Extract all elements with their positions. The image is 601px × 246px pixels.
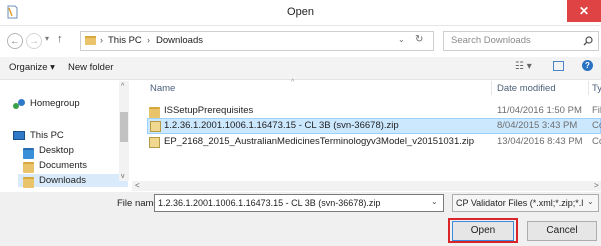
file-type: Co: [592, 136, 601, 147]
nav-item-documents[interactable]: Documents: [39, 160, 87, 171]
arrow-right-icon: →: [29, 36, 39, 47]
file-name: ISSetupPrerequisites: [164, 105, 254, 116]
address-bar[interactable]: › This PC › Downloads ⌄ ↻: [80, 31, 434, 51]
open-button[interactable]: Open: [452, 221, 514, 241]
file-name: 1.2.36.1.2001.1006.1.16473.15 - CL 3B (s…: [164, 120, 399, 131]
preview-pane-icon[interactable]: [553, 61, 564, 71]
close-button[interactable]: ✕: [567, 0, 601, 22]
nav-item-desktop[interactable]: Desktop: [39, 145, 74, 156]
nav-scroll-thumb[interactable]: [120, 112, 128, 142]
scroll-up-icon[interactable]: ^: [121, 83, 124, 90]
column-header-type[interactable]: Ty: [592, 83, 601, 94]
zip-icon: [149, 137, 160, 148]
file-row[interactable]: ISSetupPrerequisites 11/04/2016 1:50 PM …: [147, 103, 601, 119]
file-row[interactable]: EP_2168_2015_AustralianMedicinesTerminol…: [147, 134, 601, 150]
chevron-down-icon[interactable]: ⌄: [431, 197, 438, 206]
file-type-filter-value: CP Validator Files (*.xml;*.zip;*.l: [456, 198, 584, 208]
zip-icon: [150, 121, 161, 132]
sort-indicator-icon: ^: [291, 79, 295, 86]
breadcrumb-separator-icon: ›: [147, 35, 150, 45]
file-name-value: 1.2.36.1.2001.1006.1.16473.15 - CL 3B (s…: [158, 198, 381, 208]
nav-item-homegroup[interactable]: Homegroup: [30, 98, 80, 109]
file-name: EP_2168_2015_AustralianMedicinesTerminol…: [164, 136, 475, 147]
nav-item-this-pc[interactable]: This PC: [30, 130, 64, 141]
file-date: 8/04/2015 3:43 PM: [497, 120, 578, 131]
breadcrumb-separator-icon: ›: [100, 35, 103, 45]
arrow-up-icon: ↑: [57, 33, 63, 45]
desktop-folder-icon: [23, 148, 34, 159]
documents-folder-icon: [23, 162, 34, 173]
search-icon[interactable]: [583, 36, 593, 46]
breadcrumb-this-pc[interactable]: This PC: [108, 35, 142, 46]
search-input[interactable]: Search Downloads: [451, 35, 531, 46]
recent-locations-chevron-icon[interactable]: ▾: [45, 34, 49, 43]
homegroup-icon: [13, 99, 26, 110]
view-options-icon[interactable]: ☷ ▾: [515, 61, 532, 72]
horizontal-scrollbar[interactable]: [132, 181, 601, 191]
arrow-left-icon: ←: [10, 36, 20, 47]
file-date: 11/04/2016 1:50 PM: [497, 105, 582, 116]
folder-icon: [149, 107, 160, 118]
search-box[interactable]: Search Downloads: [443, 31, 599, 51]
scroll-down-icon[interactable]: v: [121, 173, 125, 180]
breadcrumb-downloads[interactable]: Downloads: [156, 35, 203, 46]
scroll-right-icon[interactable]: >: [594, 181, 599, 190]
column-divider[interactable]: [491, 81, 492, 95]
file-name-field[interactable]: 1.2.36.1.2001.1006.1.16473.15 - CL 3B (s…: [154, 194, 444, 212]
window-title: Open: [287, 6, 314, 18]
file-type-filter-select[interactable]: CP Validator Files (*.xml;*.zip;*.l ⌄: [452, 194, 599, 212]
cancel-button[interactable]: Cancel: [527, 221, 597, 241]
computer-icon: [13, 131, 25, 140]
help-icon[interactable]: ?: [582, 60, 593, 71]
forward-button[interactable]: →: [26, 33, 42, 49]
organize-menu[interactable]: Organize ▾: [9, 62, 55, 73]
file-row-selected[interactable]: 1.2.36.1.2001.1006.1.16473.15 - CL 3B (s…: [147, 118, 601, 134]
refresh-icon[interactable]: ↻: [415, 34, 423, 45]
file-type: Co: [592, 120, 601, 131]
file-type: Fil: [592, 105, 601, 116]
column-header-name[interactable]: Name: [150, 83, 175, 94]
chevron-down-icon[interactable]: ⌄: [587, 197, 594, 206]
download-folder-icon: [23, 177, 34, 188]
nav-item-downloads[interactable]: Downloads: [39, 175, 86, 186]
back-button[interactable]: ←: [7, 33, 23, 49]
folder-icon: [85, 36, 96, 45]
column-header-date-modified[interactable]: Date modified: [497, 83, 556, 94]
new-folder-button[interactable]: New folder: [68, 62, 113, 73]
scroll-left-icon[interactable]: <: [135, 181, 140, 190]
file-date: 13/04/2016 8:43 PM: [497, 136, 583, 147]
address-dropdown-icon[interactable]: ⌄: [398, 35, 405, 44]
up-button[interactable]: ↑: [57, 33, 63, 45]
column-divider[interactable]: [588, 81, 589, 95]
